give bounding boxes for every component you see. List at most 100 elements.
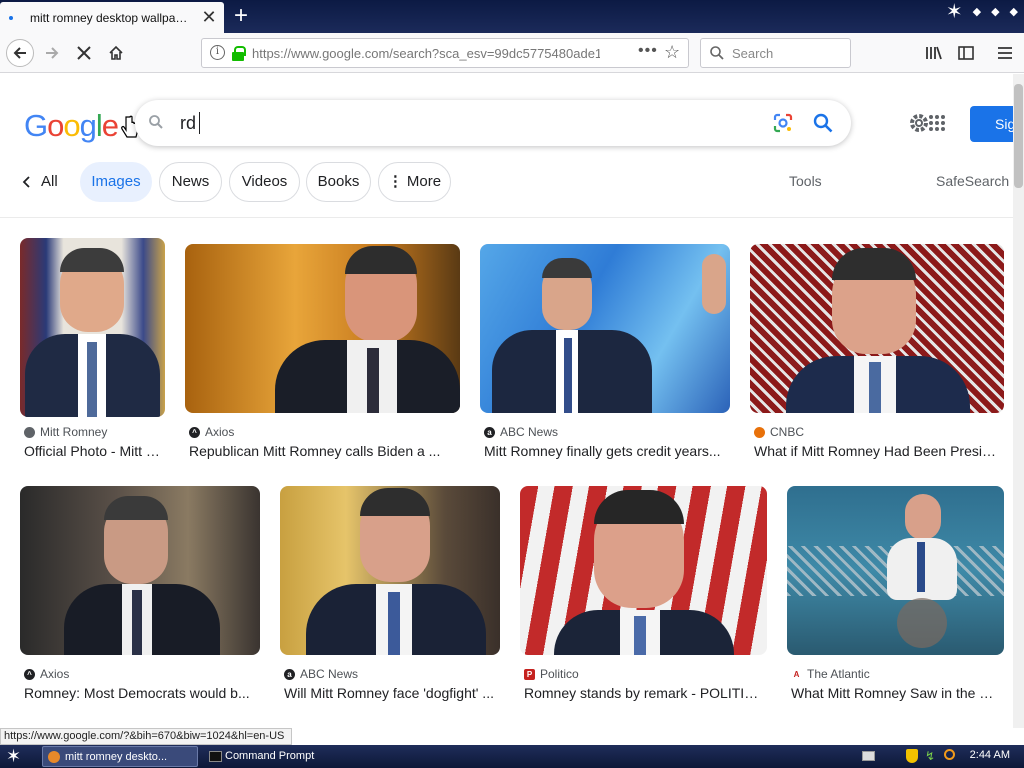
google-logo[interactable]: Google	[24, 108, 119, 144]
result-thumbnail[interactable]	[20, 486, 260, 655]
maximize-icon[interactable]: ◆	[991, 5, 999, 22]
result-thumbnail[interactable]	[185, 244, 460, 413]
result-thumbnail[interactable]	[520, 486, 767, 655]
image-result-4[interactable]: CNBC What if Mitt Romney Had Been Presid…	[750, 244, 1004, 470]
close-tab-icon[interactable]: ✕	[200, 8, 218, 26]
scrollbar-thumb[interactable]	[1014, 84, 1023, 188]
tab-videos[interactable]: Videos	[229, 162, 300, 202]
lens-camera-icon[interactable]	[772, 112, 794, 134]
result-source[interactable]: P Politico	[524, 667, 579, 681]
command-prompt-icon	[209, 751, 222, 762]
image-result-6[interactable]: a ABC News Will Mitt Romney face 'dogfigh…	[280, 486, 500, 712]
browser-tab[interactable]: mitt romney desktop wallpaper - Google S…	[0, 2, 224, 33]
result-caption[interactable]: Romney stands by remark - POLITICO	[524, 685, 762, 701]
result-thumbnail[interactable]	[480, 244, 730, 413]
page-scrollbar[interactable]	[1013, 74, 1024, 728]
image-result-5[interactable]: ^ Axios Romney: Most Democrats would b...	[20, 486, 260, 712]
result-caption[interactable]: What Mitt Romney Saw in the Senate	[791, 685, 1001, 701]
result-source[interactable]: A The Atlantic	[791, 667, 870, 681]
search-tray-icon[interactable]	[944, 749, 955, 760]
new-tab-button[interactable]: +	[228, 3, 254, 29]
minimize-icon[interactable]: ◆	[973, 5, 981, 22]
tab-all[interactable]: All	[22, 162, 58, 202]
taskbar-item-label: Command Prompt	[225, 750, 315, 762]
app-star-icon: ✶	[945, 1, 963, 23]
source-favicon-icon	[24, 426, 35, 438]
back-button[interactable]	[6, 39, 34, 67]
taskbar-item-command-prompt[interactable]: Command Prompt	[203, 746, 343, 767]
tab-images[interactable]: Images	[80, 162, 152, 202]
menu-button[interactable]	[991, 39, 1019, 67]
source-name: Axios	[205, 425, 235, 439]
source-favicon-icon: A	[791, 668, 802, 680]
image-result-7[interactable]: P Politico Romney stands by remark - POLI…	[520, 486, 767, 712]
sidebar-button[interactable]	[952, 39, 980, 67]
result-caption[interactable]: Romney: Most Democrats would b...	[24, 685, 256, 701]
source-favicon-icon	[754, 426, 765, 438]
apps-grid-icon[interactable]	[928, 114, 946, 132]
home-button[interactable]	[102, 39, 130, 67]
tab-more[interactable]: ⋮ More	[378, 162, 451, 202]
padlock-icon	[232, 46, 246, 61]
google-search-box[interactable]: rd	[135, 100, 851, 146]
image-result-3[interactable]: a ABC News Mitt Romney finally gets credi…	[480, 244, 730, 470]
result-caption[interactable]: Mitt Romney finally gets credit years...	[484, 443, 726, 459]
search-submit-icon[interactable]	[812, 112, 834, 134]
header-divider	[0, 217, 1013, 218]
tab-news[interactable]: News	[159, 162, 222, 202]
image-result-8[interactable]: A The Atlantic What Mitt Romney Saw in th…	[787, 486, 1004, 712]
result-thumbnail[interactable]	[20, 238, 165, 417]
result-caption[interactable]: Republican Mitt Romney calls Biden a ...	[189, 443, 447, 459]
tab-strip: mitt romney desktop wallpaper - Google S…	[0, 0, 1024, 33]
stop-button[interactable]	[70, 39, 98, 67]
tab-books[interactable]: Books	[306, 162, 371, 202]
source-name: ABC News	[500, 425, 559, 439]
result-thumbnail[interactable]	[750, 244, 1004, 413]
result-source[interactable]: Mitt Romney	[24, 425, 107, 439]
result-source[interactable]: a ABC News	[284, 667, 358, 681]
start-button-star-icon[interactable]: ✶	[6, 746, 21, 766]
search-placeholder: Search	[732, 46, 774, 61]
library-button[interactable]	[920, 39, 948, 67]
bookmark-star-icon[interactable]: ☆	[664, 42, 680, 63]
sign-in-button[interactable]: Sig	[970, 106, 1013, 142]
result-caption[interactable]: Will Mitt Romney face 'dogfight' ...	[284, 685, 498, 701]
image-result-1[interactable]: Mitt Romney Official Photo - Mitt Romney	[20, 238, 165, 470]
image-result-2[interactable]: ^ Axios Republican Mitt Romney calls Bide…	[185, 244, 460, 470]
result-thumbnail[interactable]	[280, 486, 500, 655]
source-name: ABC News	[300, 667, 359, 681]
search-query-text[interactable]: rd	[180, 113, 196, 134]
back-arrow-icon	[13, 47, 26, 59]
window-controls: ✶ ◆ ◆ ◆	[945, 1, 1018, 23]
forward-arrow-icon	[46, 47, 59, 59]
result-caption[interactable]: What if Mitt Romney Had Been President	[754, 443, 1000, 459]
url-text[interactable]: https://www.google.com/search?sca_esv=99…	[252, 46, 600, 61]
result-caption[interactable]: Official Photo - Mitt Romney	[24, 443, 164, 459]
more-dots-icon: ⋮	[387, 173, 403, 190]
result-source[interactable]: CNBC	[754, 425, 804, 439]
taskbar-item-browser[interactable]: mitt romney deskto...	[42, 746, 198, 767]
text-caret	[199, 112, 200, 134]
source-name: Politico	[540, 667, 579, 681]
close-window-icon[interactable]: ◆	[1010, 5, 1018, 22]
page-actions-icon[interactable]: •••	[638, 42, 658, 60]
keyboard-tray-icon[interactable]	[862, 751, 875, 761]
result-thumbnail[interactable]	[787, 486, 1004, 655]
safesearch-button[interactable]: SafeSearch	[936, 173, 1009, 189]
source-favicon-icon: P	[524, 668, 535, 680]
tab-title: mitt romney desktop wallpaper - Google S…	[30, 11, 192, 25]
taskbar-clock[interactable]: 2:44 AM	[970, 749, 1010, 761]
site-info-icon[interactable]: i	[210, 45, 225, 60]
shield-tray-icon[interactable]	[906, 749, 918, 763]
forward-button[interactable]	[38, 39, 66, 67]
result-source[interactable]: a ABC News	[484, 425, 558, 439]
source-name: Axios	[40, 667, 70, 681]
result-source[interactable]: ^ Axios	[189, 425, 234, 439]
tools-button[interactable]: Tools	[789, 173, 822, 189]
loading-indicator-icon	[9, 16, 13, 20]
network-tray-icon[interactable]: ↯	[925, 749, 935, 763]
result-source[interactable]: ^ Axios	[24, 667, 69, 681]
browser-search-box[interactable]: Search	[700, 38, 851, 68]
hamburger-menu-icon	[998, 47, 1012, 59]
address-bar[interactable]: i https://www.google.com/search?sca_esv=…	[201, 38, 689, 68]
